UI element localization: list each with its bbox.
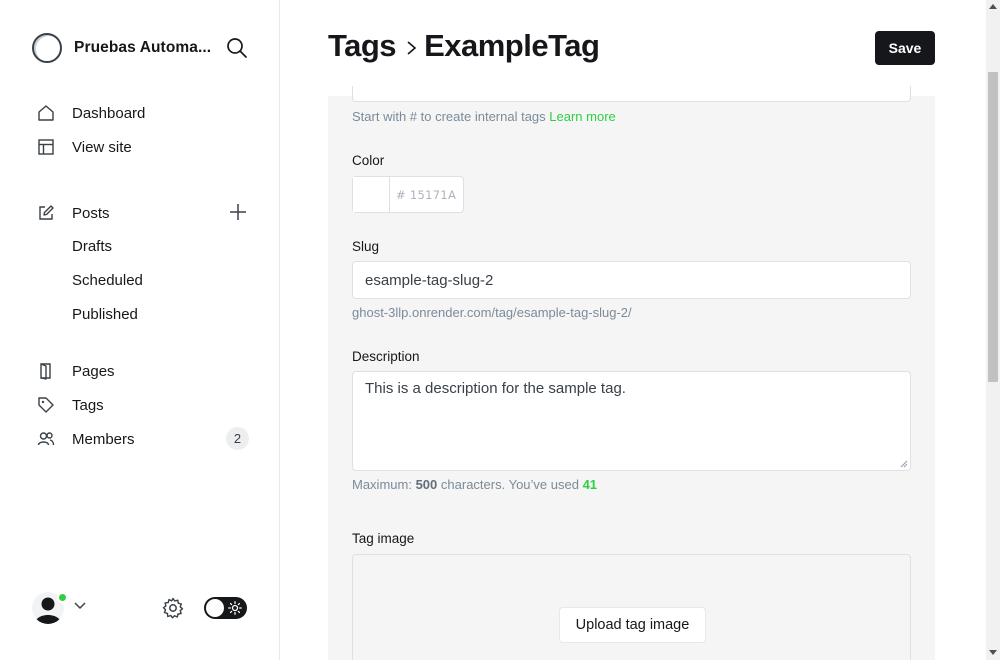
edit-icon — [36, 203, 56, 223]
slug-value: esample-tag-slug-2 — [365, 271, 494, 289]
toggle-knob — [206, 599, 224, 617]
color-label: Color — [352, 153, 385, 168]
description-textarea[interactable]: This is a description for the sample tag… — [352, 371, 911, 471]
home-icon — [36, 103, 56, 123]
chevron-down-icon[interactable] — [74, 602, 86, 610]
scroll-down-icon[interactable] — [989, 650, 997, 655]
sidebar-item-published[interactable]: Published — [72, 306, 138, 323]
sun-icon — [228, 601, 242, 615]
add-post-icon[interactable] — [228, 202, 248, 222]
desc-max: 500 — [415, 477, 438, 492]
slug-label: Slug — [352, 239, 380, 254]
page-title: Tags ExampleTag — [328, 28, 600, 64]
color-swatch[interactable] — [353, 177, 390, 212]
desc-hint-middle: characters. You’ve used — [440, 477, 579, 492]
name-hint: Start with # to create internal tags Lea… — [352, 109, 616, 124]
page-icon — [36, 361, 56, 381]
color-hex-input[interactable]: # 15171A — [390, 177, 456, 212]
sidebar-item-tags[interactable]: Tags — [36, 392, 104, 418]
sidebar-item-label: Pages — [72, 362, 115, 380]
name-input[interactable] — [352, 86, 911, 102]
scroll-thumb[interactable] — [988, 72, 998, 382]
sidebar-item-label: Tags — [72, 396, 104, 414]
main-content: Tags ExampleTag Save Start with # to cre… — [280, 0, 986, 660]
sidebar-item-label: Members — [72, 430, 135, 448]
tag-image-label: Tag image — [352, 531, 415, 546]
sidebar-item-label: Dashboard — [72, 104, 146, 122]
slug-input[interactable]: esample-tag-slug-2 — [352, 261, 911, 299]
sidebar: Pruebas Automa... Dashboard View site Po… — [0, 0, 280, 660]
online-status-dot — [57, 592, 68, 603]
site-name: Pruebas Automa... — [74, 39, 212, 56]
save-button[interactable]: Save — [875, 31, 935, 65]
breadcrumb-separator-icon — [406, 28, 418, 64]
tag-form-panel: Start with # to create internal tags Lea… — [328, 86, 935, 660]
members-icon — [36, 429, 56, 449]
sidebar-item-label: Posts — [72, 204, 110, 222]
theme-toggle[interactable] — [204, 597, 247, 619]
search-icon[interactable] — [226, 37, 248, 59]
sidebar-item-pages[interactable]: Pages — [36, 358, 115, 384]
sidebar-item-label: View site — [72, 138, 132, 156]
members-count-badge: 2 — [226, 427, 249, 450]
tag-image-dropzone[interactable]: Upload tag image — [352, 554, 911, 660]
desc-hint-prefix: Maximum: — [352, 477, 412, 492]
slug-url: ghost-3llp.onrender.com/tag/esample-tag-… — [352, 305, 632, 320]
resize-handle-icon[interactable] — [900, 460, 908, 468]
sidebar-item-drafts[interactable]: Drafts — [72, 238, 112, 255]
site-logo-icon — [32, 33, 62, 63]
description-value: This is a description for the sample tag… — [365, 380, 626, 397]
breadcrumb-current: ExampleTag — [424, 28, 600, 63]
tag-icon — [36, 395, 56, 415]
sidebar-item-members[interactable]: Members — [36, 426, 135, 452]
scrollbar[interactable] — [986, 0, 1000, 660]
breadcrumb-parent[interactable]: Tags — [328, 28, 397, 64]
learn-more-link[interactable]: Learn more — [549, 109, 615, 124]
sidebar-item-posts[interactable]: Posts — [36, 200, 110, 226]
gear-icon[interactable] — [162, 597, 184, 619]
description-hint: Maximum: 500 characters. You’ve used 41 — [352, 477, 597, 492]
name-hint-text: Start with # to create internal tags — [352, 109, 546, 124]
desc-used-count: 41 — [582, 477, 598, 492]
description-label: Description — [352, 349, 420, 364]
sidebar-item-view-site[interactable]: View site — [36, 134, 132, 160]
site-header[interactable]: Pruebas Automa... — [32, 32, 252, 64]
sidebar-item-dashboard[interactable]: Dashboard — [36, 100, 145, 126]
sidebar-item-scheduled[interactable]: Scheduled — [72, 272, 143, 289]
color-field[interactable]: # 15171A — [352, 176, 464, 213]
color-hex-value: 15171A — [409, 187, 457, 202]
scroll-up-icon[interactable] — [989, 4, 997, 9]
color-hex-prefix: # — [396, 187, 406, 202]
layout-icon — [36, 137, 56, 157]
upload-tag-image-button[interactable]: Upload tag image — [559, 607, 706, 643]
